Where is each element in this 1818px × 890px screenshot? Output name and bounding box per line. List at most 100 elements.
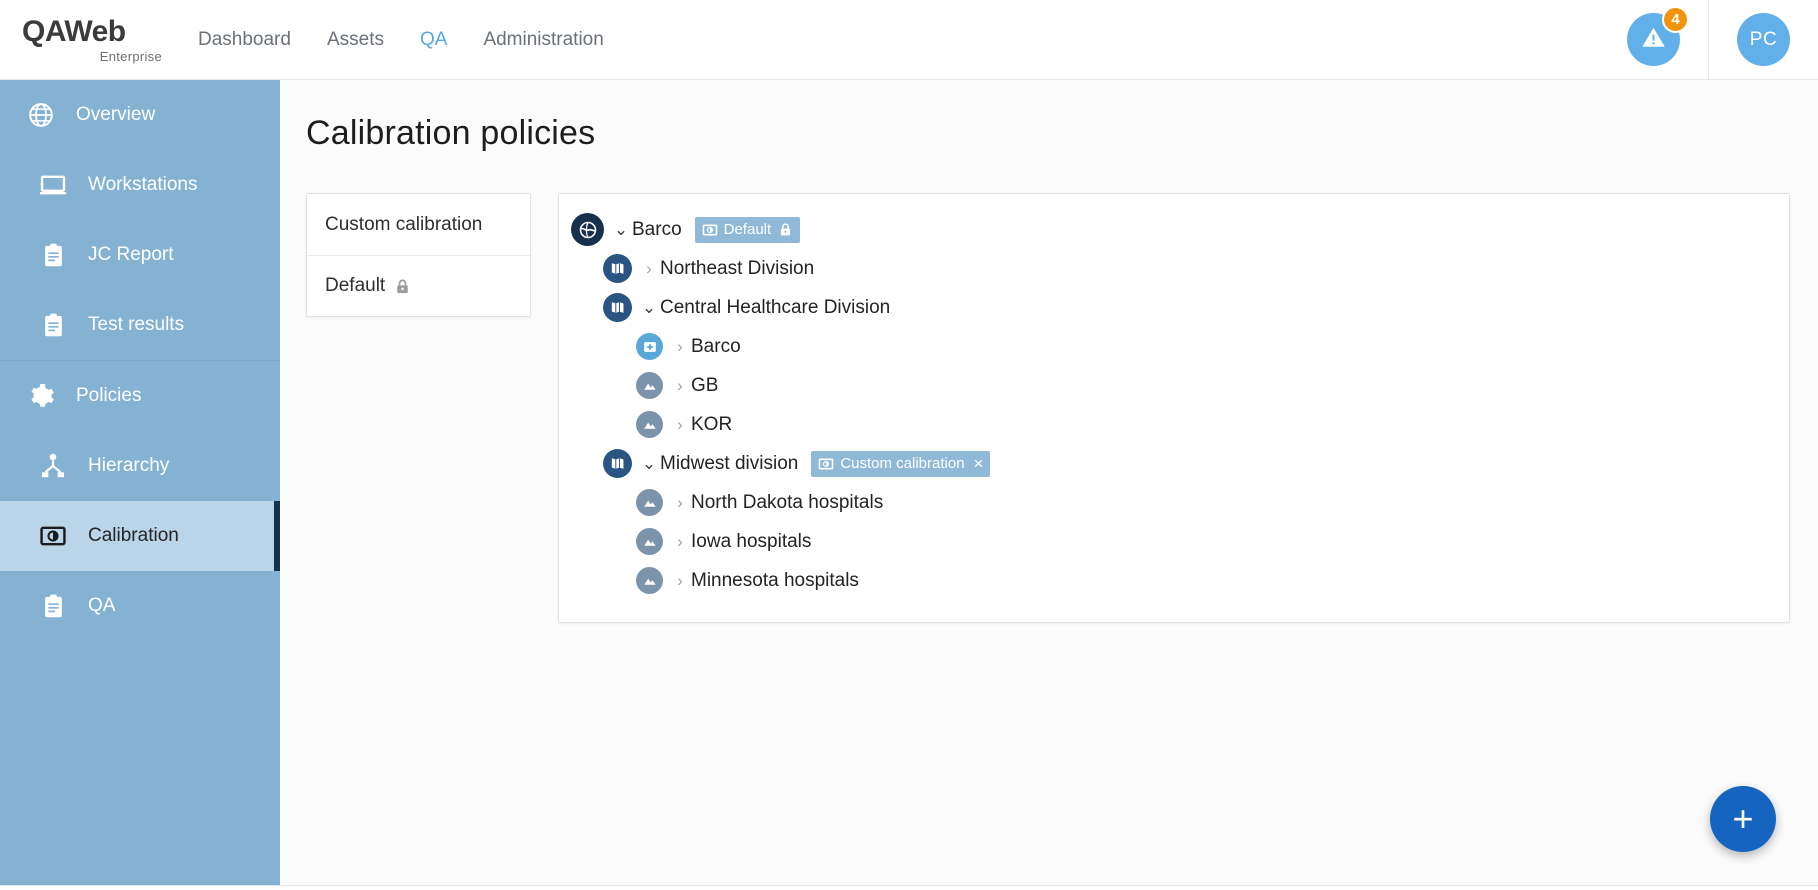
tree-row[interactable]: › North Dakota hospitals xyxy=(559,483,1789,522)
main-content: Calibration policies Custom calibration D… xyxy=(280,80,1818,890)
clipboard-icon xyxy=(30,242,76,269)
tree-collapse-chevron-icon[interactable]: ⌄ xyxy=(638,299,660,316)
tree-row[interactable]: › Minnesota hospitals xyxy=(559,561,1789,600)
hierarchy-icon xyxy=(30,452,76,480)
page-title: Calibration policies xyxy=(306,114,596,152)
lock-icon xyxy=(394,278,411,295)
main-navigation: Dashboard Assets QA Administration xyxy=(180,0,622,80)
calibration-icon xyxy=(818,456,834,472)
tree-collapse-chevron-icon[interactable]: ⌄ xyxy=(638,455,660,472)
logo-secondary-text: Enterprise xyxy=(99,48,162,64)
policy-chip-label: Custom calibration xyxy=(840,455,965,472)
sidebar-item-test-results[interactable]: Test results xyxy=(0,290,280,360)
sidebar-item-label: Test results xyxy=(88,314,185,335)
nav-item-assets[interactable]: Assets xyxy=(309,0,402,80)
tree-expand-chevron-icon[interactable]: › xyxy=(669,338,691,355)
close-icon[interactable]: × xyxy=(974,455,984,472)
region-icon xyxy=(636,489,663,516)
tree-node-label: Barco xyxy=(632,218,682,240)
tree-expand-chevron-icon[interactable]: › xyxy=(669,416,691,433)
sidebar-item-overview[interactable]: Overview xyxy=(0,80,280,150)
avatar[interactable]: PC xyxy=(1737,13,1790,66)
nav-item-dashboard[interactable]: Dashboard xyxy=(180,0,309,80)
globe-node-icon xyxy=(571,213,604,246)
avatar-cell: PC xyxy=(1709,0,1818,80)
region-icon xyxy=(636,411,663,438)
sidebar-item-label: Workstations xyxy=(88,174,198,195)
division-icon xyxy=(603,293,632,322)
notification-count-badge: 4 xyxy=(1662,5,1689,33)
tree-node-label: Northeast Division xyxy=(660,257,815,279)
notifications-cell[interactable]: 4 xyxy=(1607,0,1709,80)
tree-expand-chevron-icon[interactable]: › xyxy=(669,533,691,550)
tree-row[interactable]: › KOR xyxy=(559,405,1789,444)
logo-primary-text: QAWeb xyxy=(22,14,126,48)
sidebar-item-label: Calibration xyxy=(88,525,179,546)
sidebar-item-qa[interactable]: QA xyxy=(0,571,280,641)
tree-expand-chevron-icon[interactable]: › xyxy=(638,260,660,277)
region-icon xyxy=(636,567,663,594)
tree-row[interactable]: ⌄ Central Healthcare Division xyxy=(559,288,1789,327)
tree-collapse-chevron-icon[interactable]: ⌄ xyxy=(610,221,632,238)
tree-expand-chevron-icon[interactable]: › xyxy=(669,377,691,394)
warning-triangle-icon xyxy=(1640,24,1667,56)
tree-row[interactable]: › GB xyxy=(559,366,1789,405)
tree-row[interactable]: ⌄ Barco Default xyxy=(559,210,1789,249)
top-bar-right: 4 PC xyxy=(1607,0,1818,80)
tree-row[interactable]: › Northeast Division xyxy=(559,249,1789,288)
hospital-icon xyxy=(636,333,663,360)
add-policy-fab[interactable]: + xyxy=(1710,786,1776,852)
lock-icon xyxy=(778,222,793,237)
top-bar: QAWeb Enterprise Dashboard Assets QA Admini… xyxy=(0,0,1818,80)
tree-expand-chevron-icon[interactable]: › xyxy=(669,572,691,589)
policy-list-item-label: Default xyxy=(325,275,386,296)
policy-list-item[interactable]: Custom calibration xyxy=(307,194,530,255)
sidebar-item-workstations[interactable]: Workstations xyxy=(0,150,280,220)
globe-icon xyxy=(18,101,64,129)
tree-node-label: Barco xyxy=(691,335,741,357)
tree-expand-chevron-icon[interactable]: › xyxy=(669,494,691,511)
policy-chip[interactable]: Default xyxy=(694,216,801,243)
sidebar-item-hierarchy[interactable]: Hierarchy xyxy=(0,431,280,501)
tree-row[interactable]: › Barco xyxy=(559,327,1789,366)
sidebar: Overview Workstations JC Report Test result… xyxy=(0,80,280,890)
app-logo[interactable]: QAWeb Enterprise xyxy=(22,14,162,64)
sidebar-item-label: QA xyxy=(88,595,116,616)
sidebar-item-label: Overview xyxy=(76,104,156,125)
policy-chip-label: Default xyxy=(723,221,772,238)
nav-item-qa[interactable]: QA xyxy=(402,0,465,80)
sidebar-item-label: Hierarchy xyxy=(88,455,170,476)
bottom-strip xyxy=(0,885,1818,890)
region-icon xyxy=(636,372,663,399)
gear-icon xyxy=(18,382,64,411)
division-icon xyxy=(603,254,632,283)
sidebar-active-accent-bar xyxy=(274,501,280,571)
tree-row[interactable]: › Iowa hospitals xyxy=(559,522,1789,561)
monitor-icon xyxy=(30,170,76,200)
tree-node-label: Iowa hospitals xyxy=(691,530,812,552)
tree-node-label: North Dakota hospitals xyxy=(691,491,884,513)
tree-row[interactable]: ⌄ Midwest division Custom calibration × xyxy=(559,444,1789,483)
calibration-icon xyxy=(30,522,76,550)
clipboard-icon xyxy=(30,593,76,620)
division-icon xyxy=(603,449,632,478)
plus-icon: + xyxy=(1732,798,1754,839)
sidebar-item-label: Policies xyxy=(76,385,142,406)
tree-node-label: Minnesota hospitals xyxy=(691,569,859,591)
sidebar-item-calibration[interactable]: Calibration xyxy=(0,501,280,571)
sidebar-item-label: JC Report xyxy=(88,244,174,265)
policy-list-item[interactable]: Default xyxy=(307,255,530,316)
policy-list-card: Custom calibration Default xyxy=(306,193,531,317)
tree-node-label: GB xyxy=(691,374,719,396)
sidebar-item-policies[interactable]: Policies xyxy=(0,361,280,431)
policy-chip[interactable]: Custom calibration × xyxy=(811,450,991,477)
policy-list-item-label: Custom calibration xyxy=(325,213,483,235)
calibration-icon xyxy=(702,222,718,238)
panels-row: Custom calibration Default ⌄ Barco Default ›… xyxy=(306,193,1818,623)
hierarchy-tree-card: ⌄ Barco Default › Northeast Division ⌄ Central… xyxy=(558,193,1790,623)
sidebar-item-jc-report[interactable]: JC Report xyxy=(0,220,280,290)
clipboard-icon xyxy=(30,312,76,339)
nav-item-administration[interactable]: Administration xyxy=(465,0,621,80)
tree-node-label: Central Healthcare Division xyxy=(660,296,891,318)
tree-node-label: Midwest division xyxy=(660,452,799,474)
